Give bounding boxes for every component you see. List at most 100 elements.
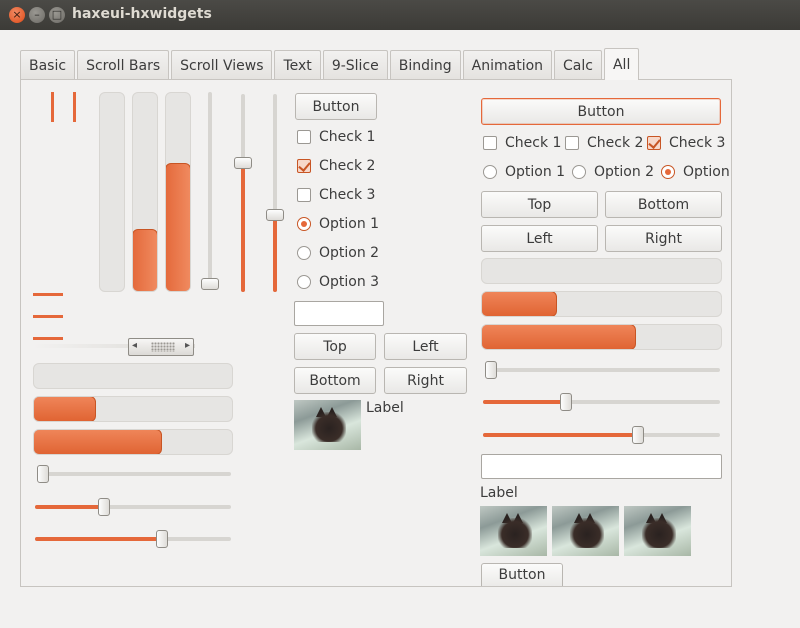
horizontal-slider-1[interactable] xyxy=(37,465,231,483)
maximize-window-button[interactable]: □ xyxy=(49,7,65,23)
checkbox-1[interactable]: Check 1 xyxy=(297,129,375,145)
radio-circle[interactable] xyxy=(297,275,311,289)
top-button[interactable]: Top xyxy=(481,191,598,218)
grip-icon xyxy=(151,342,175,352)
tab-binding[interactable]: Binding xyxy=(389,50,461,80)
slider-thumb[interactable] xyxy=(266,209,284,222)
option-2[interactable]: Option 2 xyxy=(297,245,379,261)
slider-thumb[interactable] xyxy=(97,498,110,516)
option-3[interactable]: Option 3 xyxy=(297,274,379,290)
slider-thumb[interactable] xyxy=(201,278,219,290)
arrow-right-icon[interactable]: ▸ xyxy=(185,340,190,351)
arrow-left-icon[interactable]: ◂ xyxy=(132,340,137,351)
tab-label: Animation xyxy=(471,57,544,74)
checkbox-1[interactable]: Check 1 xyxy=(483,135,561,151)
vertical-slider-2[interactable] xyxy=(234,94,252,292)
tab-label: Text xyxy=(283,57,312,74)
checkbox-label: Check 3 xyxy=(319,187,376,203)
cat-image xyxy=(624,506,691,556)
radio-circle[interactable] xyxy=(661,165,675,179)
button[interactable]: Button xyxy=(295,93,377,120)
slider-thumb[interactable] xyxy=(234,157,252,170)
slider-thumb[interactable] xyxy=(156,530,169,548)
radio-circle[interactable] xyxy=(297,217,311,231)
tab-text[interactable]: Text xyxy=(274,50,321,80)
minimize-window-button[interactable]: – xyxy=(29,7,45,23)
minimize-icon: – xyxy=(34,8,40,21)
radio-circle[interactable] xyxy=(483,165,497,179)
close-icon: × xyxy=(12,8,22,21)
tab-label: Scroll Bars xyxy=(86,57,161,74)
scrollbar-thumb[interactable]: ◂ ▸ xyxy=(128,338,194,356)
slider-thumb[interactable] xyxy=(631,426,644,444)
tab-9-slice[interactable]: 9-Slice xyxy=(322,50,388,80)
button[interactable]: Button xyxy=(481,98,721,125)
checkbox-box[interactable] xyxy=(483,136,497,150)
bottom-button[interactable]: Button xyxy=(481,563,563,586)
option-label: Option 1 xyxy=(319,216,380,232)
button-label: Button xyxy=(312,98,360,115)
checkbox-2[interactable]: Check 2 xyxy=(297,158,375,174)
option-1[interactable]: Option 1 xyxy=(483,164,565,180)
text-input[interactable] xyxy=(294,301,384,326)
label: Label xyxy=(480,485,518,501)
horizontal-slider-3[interactable] xyxy=(35,530,231,548)
option-label: Option 2 xyxy=(594,164,655,180)
option-1[interactable]: Option 1 xyxy=(297,216,379,232)
slider-thumb[interactable] xyxy=(485,361,497,379)
bottom-button[interactable]: Bottom xyxy=(605,191,722,218)
tab-animation[interactable]: Animation xyxy=(462,50,553,80)
radio-circle[interactable] xyxy=(572,165,586,179)
tab-all[interactable]: All xyxy=(603,48,640,80)
close-window-button[interactable]: × xyxy=(9,7,25,23)
checkbox-label: Check 2 xyxy=(587,135,644,151)
slider-thumb[interactable] xyxy=(559,393,572,411)
left-button[interactable]: Left xyxy=(384,333,467,360)
progress-fill xyxy=(133,228,157,291)
checkbox-3[interactable]: Check 3 xyxy=(297,187,375,203)
right-button[interactable]: Right xyxy=(605,225,722,252)
checkbox-box[interactable] xyxy=(297,188,311,202)
horizontal-slider-2[interactable] xyxy=(35,498,231,516)
horizontal-scrollbar[interactable]: ◂ ▸ xyxy=(33,338,195,356)
vertical-progress-3 xyxy=(165,92,191,292)
horizontal-progress-1 xyxy=(33,363,233,389)
option-2[interactable]: Option 2 xyxy=(572,164,654,180)
title-bar: × – □ haxeui-hxwidgets xyxy=(0,0,800,30)
cat-photo-icon xyxy=(498,518,532,548)
vertical-slider-1[interactable] xyxy=(201,92,219,290)
horizontal-slider-3[interactable] xyxy=(483,426,720,444)
slider-thumb[interactable] xyxy=(37,465,49,483)
progress-fill xyxy=(482,325,637,349)
radio-circle[interactable] xyxy=(297,246,311,260)
right-button[interactable]: Right xyxy=(384,367,467,394)
checkbox-3[interactable]: Check 3 xyxy=(647,135,725,151)
text-input[interactable] xyxy=(481,454,722,479)
bottom-button[interactable]: Bottom xyxy=(294,367,376,394)
maximize-icon: □ xyxy=(51,8,63,21)
option-3[interactable]: Option xyxy=(661,164,730,180)
cat-image xyxy=(552,506,619,556)
vertical-slider-3[interactable] xyxy=(266,94,284,292)
checkbox-box[interactable] xyxy=(297,159,311,173)
horizontal-progress-2 xyxy=(33,396,233,422)
horizontal-rule xyxy=(33,315,63,318)
checkbox-box[interactable] xyxy=(297,130,311,144)
tab-basic[interactable]: Basic xyxy=(20,50,76,80)
horizontal-slider-2[interactable] xyxy=(483,393,720,411)
progress-fill xyxy=(166,163,190,291)
slider-fill xyxy=(273,216,277,292)
tab-calc[interactable]: Calc xyxy=(554,50,602,80)
checkbox-2[interactable]: Check 2 xyxy=(565,135,643,151)
button-label: Bottom xyxy=(309,372,361,389)
checkbox-box[interactable] xyxy=(647,136,661,150)
tab-scroll-bars[interactable]: Scroll Bars xyxy=(77,50,170,80)
tab-panel-all: ◂ ▸ Button Check 1 Check 2 Check 3 Optio… xyxy=(20,79,732,587)
checkbox-box[interactable] xyxy=(565,136,579,150)
button-label: Top xyxy=(323,338,347,355)
cat-image xyxy=(294,400,361,450)
tab-scroll-views[interactable]: Scroll Views xyxy=(171,50,273,80)
horizontal-slider-1[interactable] xyxy=(485,361,720,379)
left-button[interactable]: Left xyxy=(481,225,598,252)
top-button[interactable]: Top xyxy=(294,333,376,360)
